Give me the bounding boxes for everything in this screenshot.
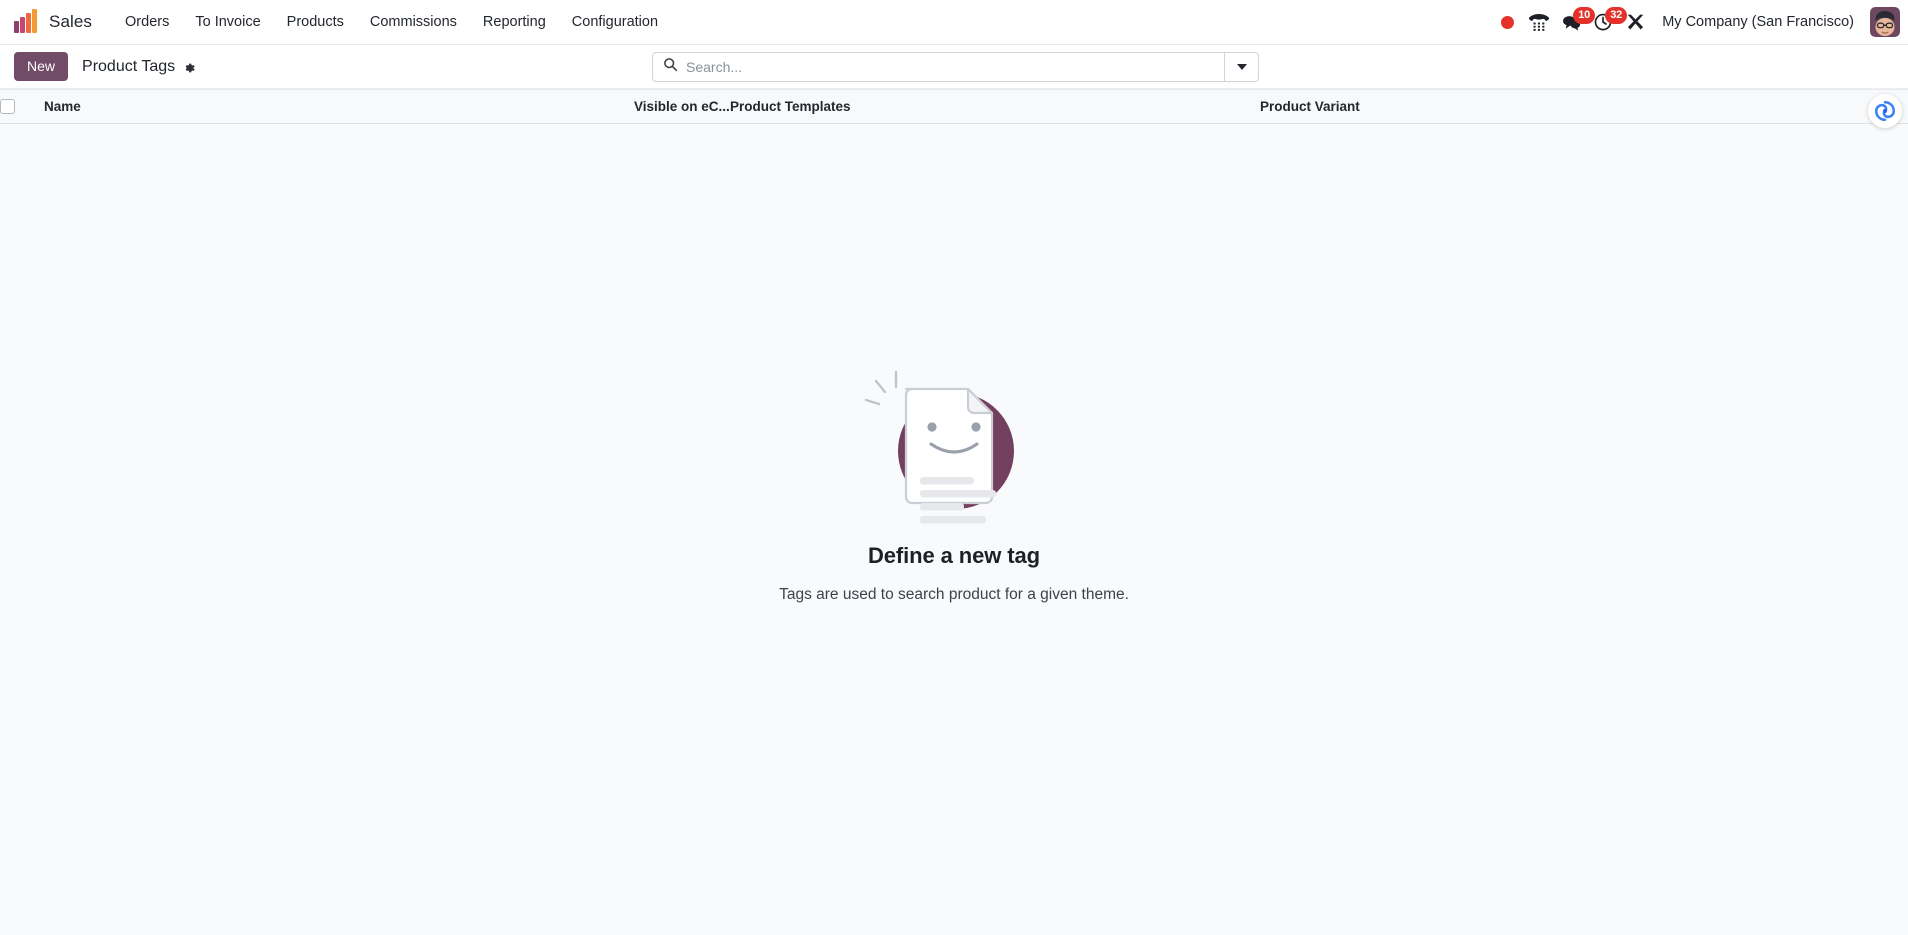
table-header-row: Name Visible on eC... Product Templates … <box>0 89 1908 124</box>
product-tags-table: Name Visible on eC... Product Templates … <box>0 89 1908 124</box>
page-title: Product Tags <box>82 57 176 75</box>
chevron-down-icon <box>1236 63 1247 70</box>
select-all-checkbox[interactable] <box>0 99 15 114</box>
sales-bar-chart-logo[interactable] <box>14 9 37 33</box>
column-name[interactable]: Name <box>44 89 634 124</box>
menu-products[interactable]: Products <box>274 8 357 36</box>
phone-dialpad-icon[interactable] <box>1524 6 1554 38</box>
user-avatar[interactable] <box>1870 7 1900 37</box>
chat-bubble-icon[interactable]: 10 <box>1556 6 1596 38</box>
menu-commissions[interactable]: Commissions <box>357 8 470 36</box>
menu-orders[interactable]: Orders <box>112 8 182 36</box>
column-select-all <box>0 89 44 124</box>
app-name-sales[interactable]: Sales <box>49 12 92 32</box>
menu-configuration[interactable]: Configuration <box>559 8 671 36</box>
column-visible-on-ecommerce[interactable]: Visible on eC... <box>634 89 730 124</box>
new-button[interactable]: New <box>14 51 69 82</box>
column-product-templates[interactable]: Product Templates <box>730 89 1260 124</box>
table-header: Name Visible on eC... Product Templates … <box>0 89 1908 124</box>
control-panel: New Product Tags Search... <box>0 45 1908 89</box>
column-product-variant[interactable]: Product Variant <box>1260 89 1908 124</box>
empty-state-subtitle: Tags are used to search product for a gi… <box>779 586 1129 603</box>
search-view: Search... <box>652 51 1259 82</box>
crossed-tools-icon[interactable] <box>1620 6 1650 38</box>
record-dot-icon[interactable] <box>1492 6 1522 38</box>
empty-state: Define a new tag Tags are used to search… <box>0 359 1908 604</box>
search-placeholder: Search... <box>686 58 743 75</box>
main-menu: Orders To Invoice Products Commissions R… <box>112 8 671 36</box>
gear-icon[interactable] <box>182 61 196 75</box>
systray: 10 32 My Company (San Francisco) <box>1492 6 1908 38</box>
breadcrumb: Product Tags <box>82 58 196 76</box>
search-icon <box>663 57 678 77</box>
list-view: Name Visible on eC... Product Templates … <box>0 89 1908 935</box>
menu-to-invoice[interactable]: To Invoice <box>182 8 273 36</box>
ai-swirl-icon[interactable] <box>1868 94 1902 128</box>
top-navbar: Sales Orders To Invoice Products Commiss… <box>0 0 1908 45</box>
search-input[interactable]: Search... <box>653 53 1224 81</box>
menu-reporting[interactable]: Reporting <box>470 8 559 36</box>
company-switcher[interactable]: My Company (San Francisco) <box>1652 8 1864 36</box>
search-dropdown-toggle[interactable] <box>1224 52 1258 81</box>
empty-state-title: Define a new tag <box>868 543 1040 568</box>
smiling-document-illustration <box>864 359 1044 529</box>
clock-activity-icon[interactable]: 32 <box>1588 6 1628 38</box>
